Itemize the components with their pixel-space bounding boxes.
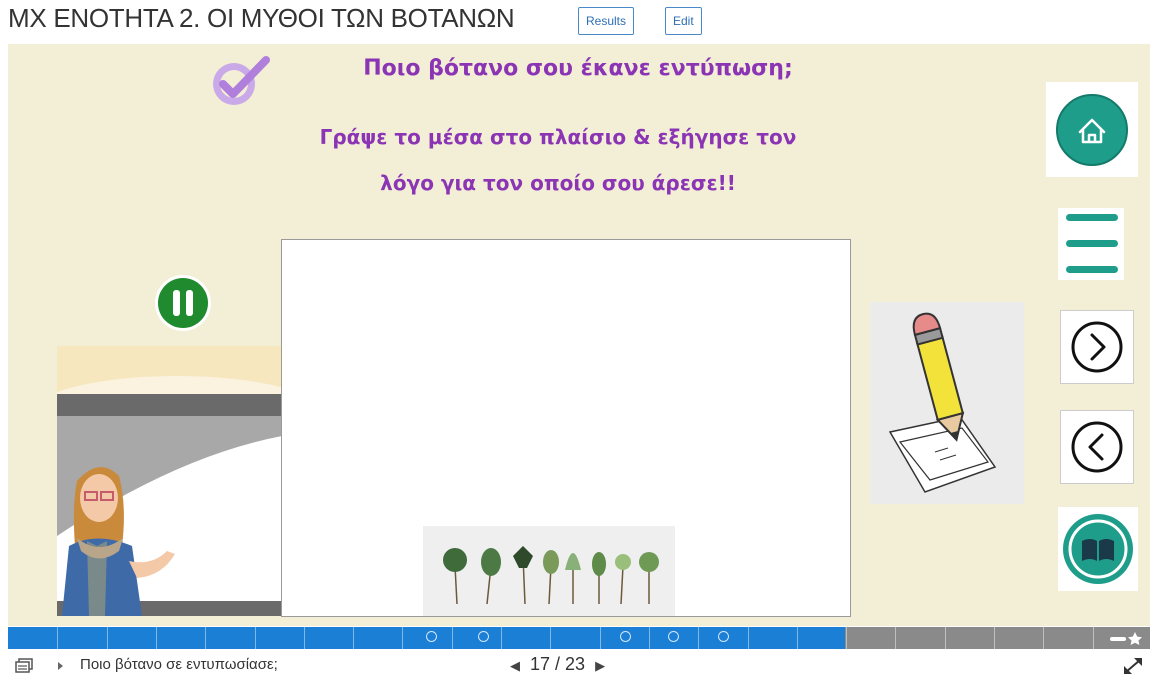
progress-segment-divider <box>748 627 749 649</box>
progress-segment-divider <box>353 627 354 649</box>
pencil-illustration <box>870 302 1024 504</box>
menu-icon <box>1066 214 1118 273</box>
pager-separator: / <box>550 654 566 674</box>
slides-list-icon[interactable] <box>15 658 33 674</box>
prev-button[interactable] <box>1060 410 1134 484</box>
answered-slide-marker[interactable] <box>668 631 679 642</box>
next-arrow-icon <box>1071 321 1123 373</box>
fullscreen-icon[interactable] <box>1122 656 1144 676</box>
edit-button[interactable]: Edit <box>665 7 702 35</box>
progress-segment-divider <box>1093 627 1094 649</box>
progress-segment-divider <box>797 627 798 649</box>
character-scene <box>57 346 282 616</box>
pause-icon[interactable] <box>154 274 212 332</box>
home-button[interactable] <box>1046 82 1138 177</box>
course-title: ΜΧ ΕΝΟΤΗΤΑ 2. ΟΙ ΜΥΘΟΙ ΤΩΝ ΒΟΤΑΝΩΝ <box>8 3 515 33</box>
book-icon <box>1063 514 1133 584</box>
progress-segment-divider <box>402 627 403 649</box>
progress-segment-divider <box>550 627 551 649</box>
progress-segment-divider <box>945 627 946 649</box>
pager-total: 23 <box>565 654 586 674</box>
caret-right-icon[interactable] <box>57 661 65 671</box>
progress-segment-divider <box>698 627 699 649</box>
next-button[interactable] <box>1060 310 1134 384</box>
current-slide-title: Ποιο βότανο σε εντυπωσίασε; <box>80 656 278 673</box>
check-circle-icon <box>213 56 270 105</box>
answered-slide-marker[interactable] <box>718 631 729 642</box>
home-icon <box>1056 94 1128 166</box>
prev-arrow-icon <box>1071 421 1123 473</box>
slide-pager: ◀ 17 / 23 ▶ <box>510 654 605 675</box>
menu-button[interactable] <box>1058 208 1124 280</box>
progress-segment-divider <box>255 627 256 649</box>
progress-segment-divider <box>600 627 601 649</box>
answered-slide-marker[interactable] <box>620 631 631 642</box>
progress-segment-divider <box>304 627 305 649</box>
pager-next-icon[interactable]: ▶ <box>595 658 605 673</box>
instruction-line-2: λόγο για τον οποίο σου άρεσε!! <box>380 171 736 195</box>
progress-segment-divider <box>1043 627 1044 649</box>
pager-current: 17 <box>530 654 551 674</box>
progress-segment-divider <box>846 627 847 649</box>
progress-segment-divider <box>895 627 896 649</box>
progress-segment-divider <box>452 627 453 649</box>
slide-canvas: Ποιο βότανο σου έκανε εντύπωση; Γράψε το… <box>8 44 1150 626</box>
progress-segment-divider <box>501 627 502 649</box>
slide-progress-bar[interactable] <box>8 627 1150 649</box>
progress-segment-divider <box>205 627 206 649</box>
slide-instruction: Γράψε το μέσα στο πλαίσιο & εξήγησε τον … <box>278 114 838 206</box>
answered-slide-marker[interactable] <box>426 631 437 642</box>
bookmark-star-icon[interactable] <box>1110 630 1144 646</box>
book-button[interactable] <box>1058 507 1138 591</box>
progress-segment-divider <box>107 627 108 649</box>
slide-heading: Ποιο βότανο σου έκανε εντύπωση; <box>363 56 793 81</box>
pager-prev-icon[interactable]: ◀ <box>510 658 520 673</box>
progress-segment-divider <box>57 627 58 649</box>
progress-segment-divider <box>994 627 995 649</box>
answered-slide-marker[interactable] <box>478 631 489 642</box>
progress-segment-divider <box>649 627 650 649</box>
herbs-image <box>423 526 675 616</box>
progress-segment-divider <box>156 627 157 649</box>
instruction-line-1: Γράψε το μέσα στο πλαίσιο & εξήγησε τον <box>319 125 797 149</box>
results-button[interactable]: Results <box>578 7 635 35</box>
